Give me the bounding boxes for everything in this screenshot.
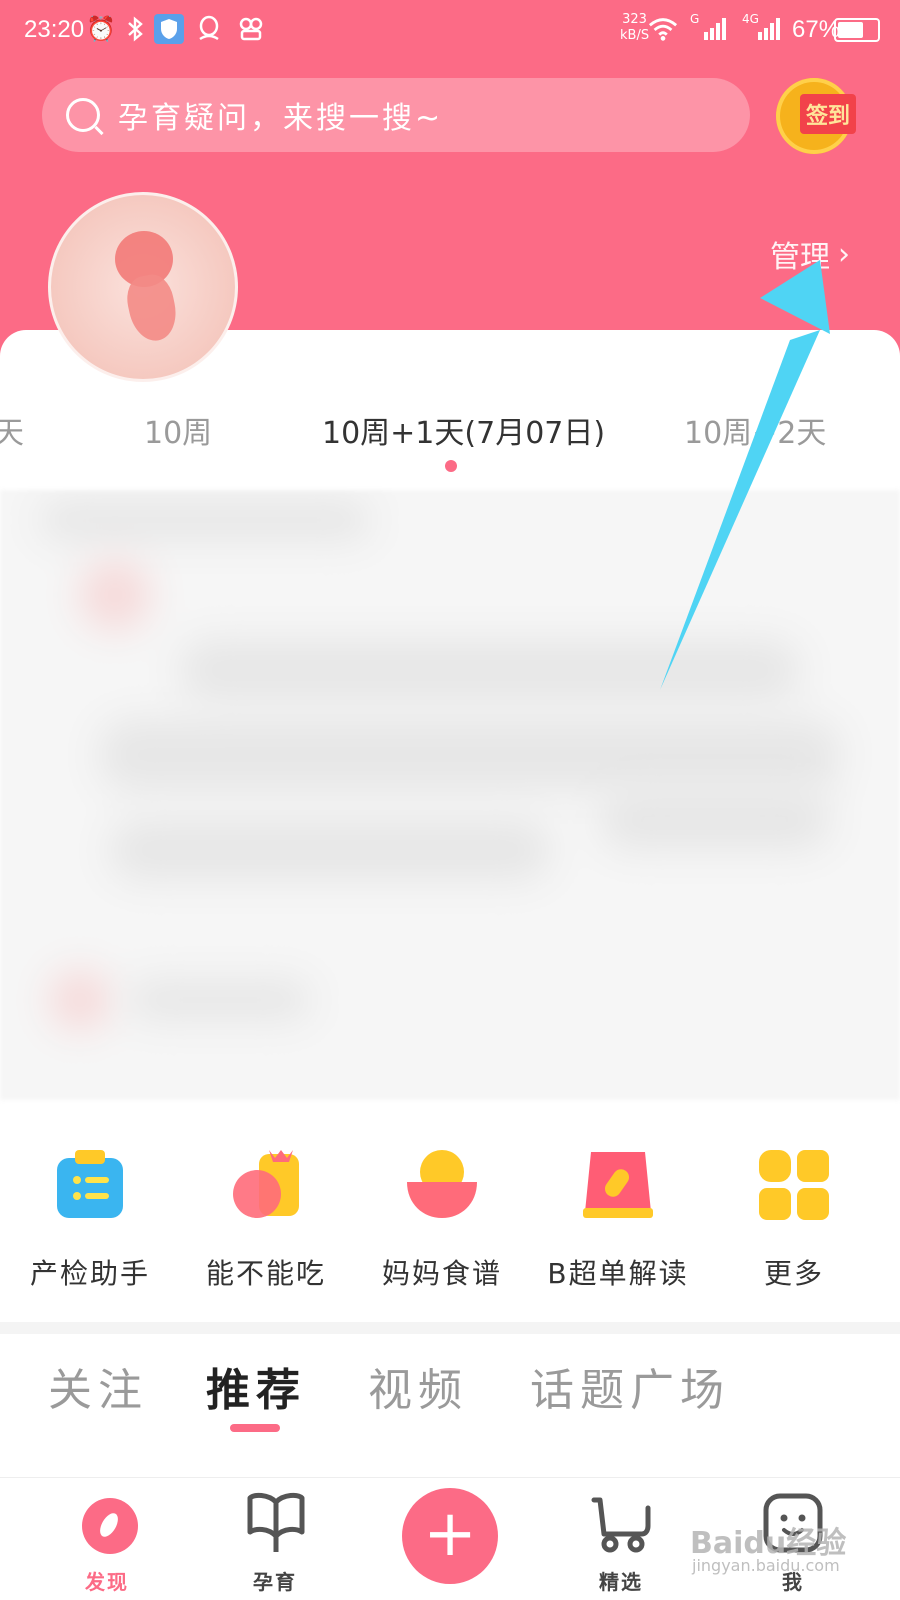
tab-topic-square[interactable]: 话题广场 bbox=[530, 1354, 730, 1418]
chevron-right-icon: › bbox=[838, 236, 850, 272]
battery-level bbox=[838, 22, 863, 38]
week-current-indicator bbox=[445, 460, 457, 472]
grid-more-icon bbox=[759, 1150, 829, 1220]
search-input[interactable]: 孕育疑问，来搜一搜~ bbox=[42, 78, 750, 152]
tool-label: 产检助手 bbox=[29, 1257, 150, 1290]
discover-icon bbox=[82, 1498, 138, 1554]
tool-label: 能不能吃 bbox=[205, 1257, 326, 1290]
bluetooth-icon bbox=[120, 14, 150, 44]
nav-label: 孕育 bbox=[253, 1570, 297, 1594]
tool-prenatal-helper[interactable]: 产检助手 bbox=[0, 1112, 180, 1322]
tool-mom-recipes[interactable]: 妈妈食谱 bbox=[352, 1112, 532, 1322]
recipe-bowl-icon bbox=[407, 1150, 477, 1218]
signin-label: 签到 bbox=[799, 94, 856, 134]
alarm-icon: ⏰ bbox=[86, 15, 116, 43]
signal-icon bbox=[700, 14, 730, 44]
network-speed-unit: kB/S bbox=[620, 28, 650, 43]
tool-label: 更多 bbox=[763, 1257, 824, 1290]
watermark-url: jingyan.baidu.com bbox=[692, 1556, 840, 1575]
signal-type-g: G bbox=[690, 12, 700, 26]
active-tab-indicator bbox=[230, 1424, 280, 1432]
tab-video[interactable]: 视频 bbox=[368, 1354, 468, 1418]
status-bar: 23:20 ⏰ 323 kB/S G 4G 67% bbox=[0, 0, 900, 64]
food-check-icon bbox=[233, 1150, 299, 1218]
status-time: 23:20 bbox=[24, 16, 85, 43]
week-prev-partial[interactable]: 天 bbox=[0, 408, 24, 452]
tool-ultrasound-report[interactable]: B超单解读 bbox=[528, 1112, 708, 1322]
battery-icon bbox=[834, 18, 880, 42]
tool-more[interactable]: 更多 bbox=[704, 1112, 884, 1322]
nav-label: 精选 bbox=[599, 1570, 643, 1594]
nav-discover[interactable]: 发现 bbox=[42, 1478, 172, 1600]
week-current[interactable]: 10周+1天(7月07日) bbox=[322, 408, 605, 452]
manage-button[interactable]: 管理 › bbox=[770, 232, 850, 276]
shield-icon bbox=[154, 14, 184, 44]
network-speed: 323 kB/S bbox=[620, 12, 649, 44]
add-button[interactable]: + bbox=[402, 1488, 498, 1584]
plus-icon: + bbox=[423, 1497, 477, 1571]
tool-label: B超单解读 bbox=[547, 1257, 689, 1290]
search-icon bbox=[66, 98, 100, 132]
fetus-body-shape bbox=[122, 270, 182, 346]
manage-label: 管理 bbox=[770, 240, 830, 275]
search-placeholder: 孕育疑问，来搜一搜~ bbox=[118, 101, 444, 136]
signal-icon-secondary bbox=[754, 14, 784, 44]
nav-selected[interactable]: 精选 bbox=[556, 1478, 686, 1600]
network-speed-value: 323 bbox=[622, 12, 647, 27]
tools-row: 产检助手 能不能吃 妈妈食谱 B超单解读 更多 bbox=[0, 1112, 900, 1322]
ultrasound-report-icon bbox=[583, 1152, 653, 1218]
clipboard-icon bbox=[57, 1150, 123, 1218]
book-icon bbox=[247, 1492, 305, 1552]
tab-recommend[interactable]: 推荐 bbox=[206, 1354, 306, 1418]
signin-button[interactable]: 签到 bbox=[776, 78, 856, 154]
wifi-icon bbox=[648, 14, 678, 44]
battery-percent: 67% bbox=[792, 16, 841, 43]
tool-label: 妈妈食谱 bbox=[381, 1257, 502, 1290]
qq-icon bbox=[194, 14, 224, 44]
week-next[interactable]: 10周+2天 bbox=[684, 408, 826, 452]
fetus-avatar[interactable] bbox=[48, 192, 238, 382]
week-prev[interactable]: 10周 bbox=[144, 408, 212, 452]
section-divider bbox=[0, 1322, 900, 1334]
shopping-cart-icon bbox=[591, 1497, 651, 1553]
nav-label: 发现 bbox=[85, 1570, 129, 1594]
nav-pregnancy[interactable]: 孕育 bbox=[210, 1478, 340, 1600]
tab-follow[interactable]: 关注 bbox=[48, 1354, 148, 1418]
tool-can-eat[interactable]: 能不能吃 bbox=[176, 1112, 356, 1322]
blurred-content bbox=[0, 490, 900, 1100]
app-notification-icon bbox=[236, 14, 266, 44]
